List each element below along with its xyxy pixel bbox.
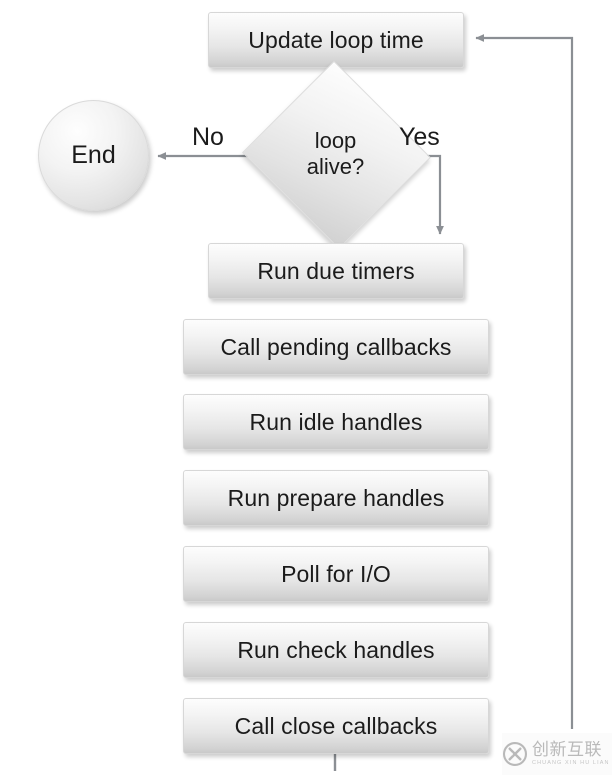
node-run-idle-handles[interactable]: Run idle handles bbox=[183, 394, 489, 450]
watermark: 创新互联 CHUANG XIN HU LIAN bbox=[502, 733, 612, 775]
node-update-loop-time[interactable]: Update loop time bbox=[208, 12, 464, 68]
diamond-shape bbox=[242, 60, 431, 250]
edge-loop-back bbox=[475, 34, 574, 729]
node-run-check-handles[interactable]: Run check handles bbox=[183, 622, 489, 678]
watermark-chinese: 创新互联 bbox=[532, 739, 602, 760]
watermark-pinyin: CHUANG XIN HU LIAN bbox=[532, 759, 610, 766]
node-end[interactable]: End bbox=[38, 100, 149, 211]
edge-label-no: No bbox=[192, 123, 224, 151]
node-label: Run check handles bbox=[237, 636, 435, 663]
node-label: End bbox=[71, 141, 116, 169]
node-label: Run prepare handles bbox=[227, 484, 445, 511]
node-label: Run idle handles bbox=[249, 408, 423, 435]
node-label: Poll for I/O bbox=[281, 560, 391, 587]
node-label: Update loop time bbox=[248, 26, 424, 53]
watermark-logo-icon bbox=[502, 741, 528, 767]
watermark-text-group: 创新互联 CHUANG XIN HU LIAN bbox=[532, 739, 610, 767]
node-run-prepare-handles[interactable]: Run prepare handles bbox=[183, 470, 489, 526]
node-call-close-callbacks[interactable]: Call close callbacks bbox=[183, 698, 489, 754]
edge-label-yes: Yes bbox=[399, 123, 440, 151]
node-label: Call close callbacks bbox=[234, 712, 438, 739]
flowchart-canvas: Update loop time End loop alive? No Yes … bbox=[0, 0, 612, 775]
node-label: Call pending callbacks bbox=[220, 333, 452, 360]
node-call-pending-callbacks[interactable]: Call pending callbacks bbox=[183, 319, 489, 375]
node-label: Run due timers bbox=[257, 257, 415, 284]
node-loop-alive-decision[interactable]: loop alive? bbox=[242, 60, 431, 250]
node-run-due-timers[interactable]: Run due timers bbox=[208, 243, 464, 299]
node-poll-for-io[interactable]: Poll for I/O bbox=[183, 546, 489, 602]
